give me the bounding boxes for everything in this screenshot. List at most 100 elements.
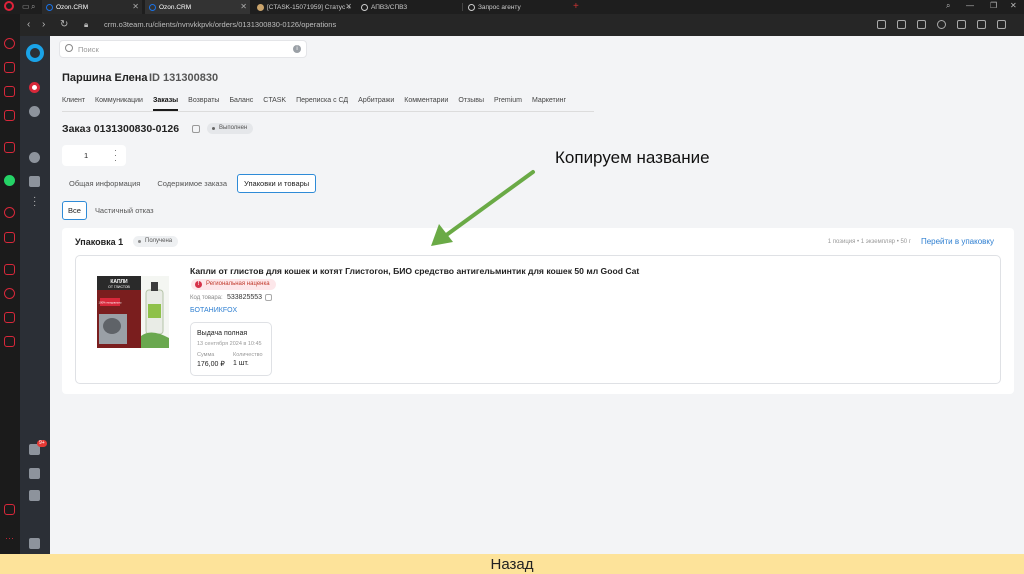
client-name: Паршина Елена — [62, 72, 148, 84]
play-icon[interactable] — [29, 106, 40, 117]
order-title: Заказ 0131300830-0126 — [62, 123, 180, 135]
close-icon[interactable]: ✕ — [132, 2, 139, 11]
search-icon — [65, 44, 73, 52]
tab-ctask[interactable]: [CTASK-15071959] Статус « ✕ — [253, 0, 355, 14]
whatsapp-icon[interactable] — [4, 175, 15, 186]
send-icon[interactable] — [4, 232, 15, 243]
client-nav-tabs: Клиент Коммуникации Заказы Возвраты Бала… — [62, 97, 566, 111]
tab-communications[interactable]: Коммуникации — [95, 97, 143, 111]
tab-orders[interactable]: Заказы — [152, 97, 179, 111]
logout-icon[interactable] — [29, 538, 40, 549]
minimize-icon[interactable]: — — [966, 1, 974, 10]
search-tabs-icon[interactable]: ⌕ — [946, 1, 950, 11]
tab-comments[interactable]: Комментарии — [404, 97, 448, 111]
close-icon[interactable]: ✕ — [345, 2, 352, 11]
opera-logo-icon[interactable] — [4, 1, 14, 11]
player-icon[interactable] — [4, 110, 15, 121]
tab-ctask[interactable]: CTASK — [263, 97, 286, 111]
heart-icon[interactable] — [957, 20, 966, 29]
tab-returns[interactable]: Возвраты — [188, 97, 219, 111]
copy-icon[interactable] — [265, 294, 272, 301]
back-button-label[interactable]: Назад — [491, 556, 534, 573]
box-icon[interactable] — [4, 312, 15, 323]
download-icon[interactable] — [977, 20, 986, 29]
tab-marketing[interactable]: Маркетинг — [532, 97, 566, 111]
record-icon[interactable] — [4, 207, 15, 218]
megaphone-icon[interactable] — [29, 176, 40, 187]
back-bar[interactable]: Назад — [0, 554, 1024, 574]
product-image[interactable]: КАПЛИ ОТ ГЛИСТОВ 100% натурально — [97, 276, 169, 348]
tab-reviews[interactable]: Отзывы — [458, 97, 484, 111]
search-input[interactable] — [78, 43, 278, 56]
tab-packages-and-goods[interactable]: Упаковки и товары — [237, 174, 317, 193]
issue-date: 13 сентября 2024 в 10:45 — [197, 341, 262, 347]
close-window-icon[interactable]: ✕ — [1010, 1, 1017, 10]
more-icon[interactable]: ··· — [5, 533, 14, 543]
package-card: Упаковка 1 Получена 1 позиция • 1 экземп… — [62, 228, 1014, 394]
twitch-icon[interactable] — [4, 86, 15, 97]
more-vertical-icon[interactable]: · · · — [114, 146, 117, 165]
main-content: i Паршина Елена ID 131300830 Клиент Комм… — [50, 36, 1024, 554]
ozon-logo-icon[interactable] — [26, 44, 44, 62]
alert-icon: ! — [195, 281, 202, 288]
tab-sd-correspondence[interactable]: Переписка с СД — [296, 97, 348, 111]
video-popout-icon[interactable] — [4, 504, 15, 515]
record-icon[interactable] — [29, 82, 40, 93]
apvz-favicon-icon — [361, 3, 368, 11]
tab-client[interactable]: Клиент — [62, 97, 85, 111]
issue-title: Выдача полная — [197, 330, 248, 337]
tab-apvz[interactable]: АПВЗ/СПВЗ — [357, 0, 462, 14]
package-filters: Все Частичный отказ — [62, 201, 160, 220]
copy-icon[interactable] — [192, 125, 200, 133]
filter-partial-refusal[interactable]: Частичный отказ — [89, 201, 160, 220]
tab-premium[interactable]: Premium — [494, 97, 522, 111]
back-icon[interactable]: ‹ — [27, 19, 30, 31]
regional-markup-badge: ! Региональная наценка — [191, 279, 276, 290]
tab-zapros-agentu[interactable]: Запрос агенту — [464, 0, 569, 14]
posting-selector[interactable]: 1 · · · — [62, 145, 126, 166]
package-status-badge: Получена — [133, 236, 179, 247]
vpn-icon[interactable] — [917, 20, 926, 29]
tab-balance[interactable]: Баланс — [229, 97, 253, 111]
aria-icon[interactable] — [4, 38, 15, 49]
tab-ozon-crm-2[interactable]: Ozon.CRM ✕ — [145, 0, 250, 14]
close-icon[interactable]: ✕ — [240, 2, 247, 11]
chat-icon[interactable] — [29, 468, 40, 479]
tab-general-info[interactable]: Общая информация — [62, 174, 147, 193]
ozon-favicon-icon — [149, 3, 156, 11]
go-to-package-link[interactable]: Перейти в упаковку — [921, 237, 994, 246]
home-icon[interactable] — [29, 490, 40, 501]
svg-text:ОТ ГЛИСТОВ: ОТ ГЛИСТОВ — [108, 285, 130, 289]
more-vertical-icon[interactable]: · · · — [33, 193, 36, 211]
tab-order-contents[interactable]: Содержимое заказа — [150, 174, 234, 193]
menu-icon[interactable] — [997, 20, 1006, 29]
maximize-icon[interactable]: ❐ — [990, 1, 997, 10]
info-icon[interactable]: i — [293, 45, 301, 53]
quantity-label: Количество — [233, 352, 263, 358]
reload-icon[interactable]: ↻ — [60, 19, 68, 31]
history-icon[interactable] — [4, 288, 15, 299]
fire-icon[interactable] — [4, 142, 15, 153]
product-name[interactable]: Капли от глистов для кошек и котят Глист… — [190, 266, 639, 276]
new-tab-icon[interactable]: + — [573, 0, 579, 13]
extension-icon[interactable] — [877, 20, 886, 29]
send-icon[interactable] — [937, 20, 946, 29]
filter-all[interactable]: Все — [62, 201, 87, 220]
user-icon[interactable] — [29, 152, 40, 163]
brand-link[interactable]: БОТАНИКFOX — [190, 307, 237, 314]
product-code-label: Код товара: — [190, 295, 223, 301]
sum-label: Сумма — [197, 352, 215, 358]
workspaces-icon[interactable]: ▭ — [22, 2, 30, 12]
forward-icon[interactable]: › — [42, 19, 45, 31]
camera-icon[interactable] — [897, 20, 906, 29]
product-code: 533825553 — [227, 294, 263, 301]
bag-icon[interactable] — [4, 62, 15, 73]
tab-search-icon[interactable]: ⌕ — [31, 2, 35, 12]
tab-ozon-crm-1[interactable]: Ozon.CRM ✕ — [42, 0, 142, 14]
url-text[interactable]: crm.o3team.ru/clients/nvnvkkpvk/orders/0… — [104, 20, 336, 29]
agent-favicon-icon — [468, 3, 475, 11]
tab-arbitrations[interactable]: Арбитражи — [358, 97, 394, 111]
heart-icon[interactable] — [4, 264, 15, 275]
lock-icon: 🔒︎ — [84, 20, 89, 29]
settings-icon[interactable] — [4, 336, 15, 347]
